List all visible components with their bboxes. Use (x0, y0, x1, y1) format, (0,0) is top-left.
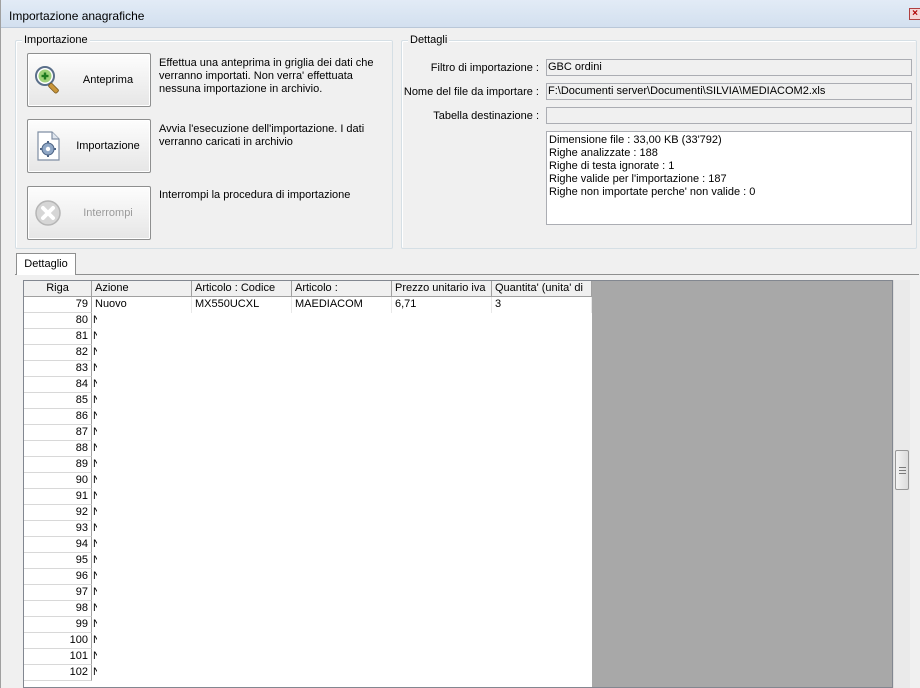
title-bar: Importazione anagrafiche × (1, 0, 920, 28)
grid-cell-azione[interactable]: N (93, 489, 97, 505)
grid-header-row: Riga Azione Articolo : Codice Articolo :… (24, 281, 592, 297)
column-header-codice[interactable]: Articolo : Codice (192, 281, 292, 297)
row-number[interactable]: 99 (24, 617, 92, 633)
grid-area: Riga Azione Articolo : Codice Articolo :… (23, 280, 893, 688)
grid-cell-prezzo[interactable]: 6,71 (392, 297, 492, 313)
log-line: Righe analizzate : 188 (549, 147, 658, 159)
row-number[interactable]: 86 (24, 409, 92, 425)
log-line: Dimensione file : 33,00 KB (33'792) (549, 134, 722, 146)
column-header-articolo[interactable]: Articolo : (292, 281, 392, 297)
stop-button-label: Interrompi (83, 207, 133, 219)
row-number[interactable]: 101 (24, 649, 92, 665)
details-group-legend: Dettagli (408, 34, 450, 46)
row-number[interactable]: 92 (24, 505, 92, 521)
row-number[interactable]: 89 (24, 457, 92, 473)
row-number[interactable]: 80 (24, 313, 92, 329)
destination-table-field (546, 107, 912, 124)
grid-cell-azione[interactable]: N (93, 425, 97, 441)
grid-cell-quantita[interactable]: 3 (492, 297, 592, 313)
preview-button[interactable]: Anteprima (27, 53, 151, 107)
grid-cell-azione[interactable]: N (93, 649, 97, 665)
grid-cell-azione[interactable]: N (93, 601, 97, 617)
row-number[interactable]: 91 (24, 489, 92, 505)
scrollbar-thumb[interactable] (895, 450, 909, 490)
grid-cell-azione[interactable]: N (93, 457, 97, 473)
close-icon[interactable]: × (909, 8, 920, 20)
import-window: Importazione anagrafiche × Importazione … (0, 0, 920, 688)
grid-cell-azione[interactable]: N (93, 409, 97, 425)
row-number[interactable]: 84 (24, 377, 92, 393)
import-button[interactable]: Importazione (27, 119, 151, 173)
magnifier-plus-icon (35, 66, 59, 94)
grid-cell-azione[interactable]: N (93, 505, 97, 521)
import-group-legend: Importazione (22, 34, 90, 46)
grid-cell-azione[interactable]: N (93, 633, 97, 649)
window-title: Importazione anagrafiche (9, 9, 145, 23)
filename-label: Nome del file da importare : (403, 86, 539, 98)
row-number[interactable]: 88 (24, 441, 92, 457)
row-number[interactable]: 93 (24, 521, 92, 537)
grid-cell-azione[interactable]: N (93, 521, 97, 537)
row-number[interactable]: 100 (24, 633, 92, 649)
import-button-label: Importazione (76, 140, 140, 152)
row-number[interactable]: 95 (24, 553, 92, 569)
import-log-box: Dimensione file : 33,00 KB (33'792) Righ… (546, 131, 912, 225)
grid-cell-azione[interactable]: N (93, 329, 97, 345)
row-number[interactable]: 79 (24, 297, 92, 313)
stop-cross-icon (35, 200, 61, 226)
grid-cell-azione[interactable]: N (93, 361, 97, 377)
grid-cell-azione[interactable]: N (93, 617, 97, 633)
row-number[interactable]: 87 (24, 425, 92, 441)
column-header-prezzo[interactable]: Prezzo unitario iva (392, 281, 492, 297)
column-header-riga[interactable]: Riga (24, 281, 92, 297)
log-line: Righe di testa ignorate : 1 (549, 160, 675, 172)
row-number[interactable]: 98 (24, 601, 92, 617)
grid-cell-articolo[interactable]: MAEDIACOM (292, 297, 392, 313)
grid-cell-azione[interactable]: Nuovo (92, 297, 192, 313)
grid-cell-azione[interactable]: N (93, 569, 97, 585)
grid-cell-azione[interactable]: N (93, 377, 97, 393)
row-number[interactable]: 85 (24, 393, 92, 409)
tab-dettaglio[interactable]: Dettaglio (16, 253, 76, 275)
row-number[interactable]: 94 (24, 537, 92, 553)
grid-cell-azione[interactable]: N (93, 441, 97, 457)
row-number[interactable]: 81 (24, 329, 92, 345)
detail-grid: Riga Azione Articolo : Codice Articolo :… (24, 281, 592, 687)
stop-button[interactable]: Interrompi (27, 186, 151, 240)
row-number[interactable]: 83 (24, 361, 92, 377)
details-group: Dettagli Filtro di importazione : GBC or… (401, 34, 917, 249)
grid-cell-azione[interactable]: N (93, 345, 97, 361)
stop-description: Interrompi la procedura di importazione (159, 189, 351, 201)
grid-cell-azione[interactable]: N (93, 585, 97, 601)
document-gear-icon (37, 131, 60, 161)
grid-cell-azione[interactable]: N (93, 393, 97, 409)
preview-description: Effettua una anteprima in griglia dei da… (159, 57, 374, 95)
vertical-scrollbar[interactable] (893, 280, 910, 688)
preview-button-label: Anteprima (82, 74, 134, 86)
destination-table-label: Tabella destinazione : (433, 110, 539, 122)
import-group: Importazione Anteprima Effettua una ante… (15, 34, 393, 249)
grid-cell-azione[interactable]: N (93, 553, 97, 569)
grid-cell-azione[interactable]: N (93, 665, 97, 681)
row-number[interactable]: 102 (24, 665, 92, 681)
import-description: Avvia l'esecuzione dell'importazione. I … (159, 123, 365, 148)
column-header-azione[interactable]: Azione (92, 281, 192, 297)
column-header-quantita[interactable]: Quantita' (unita' di (492, 281, 592, 297)
row-number[interactable]: 82 (24, 345, 92, 361)
filename-field: F:\Documenti server\Documenti\SILVIA\MED… (546, 83, 912, 100)
row-number[interactable]: 90 (24, 473, 92, 489)
filter-label: Filtro di importazione : (430, 62, 539, 74)
row-number[interactable]: 96 (24, 569, 92, 585)
grid-cell-azione[interactable]: N (93, 537, 97, 553)
grid-cell-codice[interactable]: MX550UCXL (192, 297, 292, 313)
grid-cell-azione[interactable]: N (93, 313, 97, 329)
filter-field: GBC ordini (546, 59, 912, 76)
row-number[interactable]: 97 (24, 585, 92, 601)
log-line: Righe valide per l'importazione : 187 (549, 173, 727, 185)
log-line: Righe non importate perche' non valide :… (549, 186, 756, 198)
grid-cell-azione[interactable]: N (93, 473, 97, 489)
window-right-edge (911, 280, 920, 688)
